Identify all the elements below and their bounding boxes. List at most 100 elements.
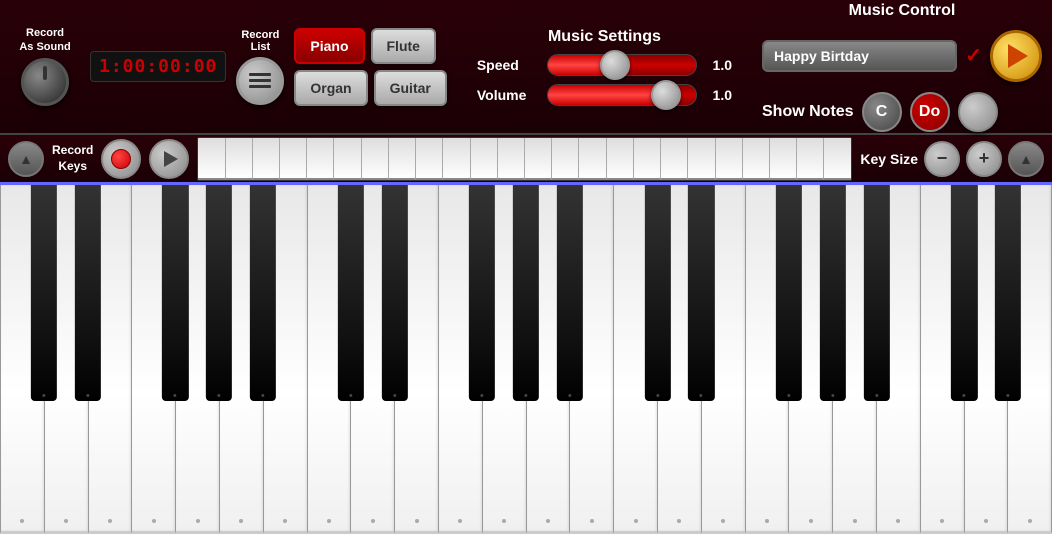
key-dot	[546, 519, 550, 523]
mini-white-key	[743, 138, 770, 180]
speed-slider-thumb[interactable]	[600, 50, 630, 80]
key-dot	[327, 519, 331, 523]
key-dot	[152, 519, 156, 523]
white-key[interactable]	[789, 185, 833, 534]
flute-button[interactable]: Flute	[371, 28, 436, 64]
record-list-section: Record List	[236, 29, 284, 105]
record-icon	[111, 149, 131, 169]
mini-white-key	[824, 138, 851, 180]
key-dot	[984, 519, 988, 523]
mini-white-key	[443, 138, 470, 180]
guitar-button[interactable]: Guitar	[374, 70, 447, 106]
mini-white-key	[198, 138, 225, 180]
white-key[interactable]	[877, 185, 921, 534]
record-as-sound-knob[interactable]	[21, 58, 69, 106]
white-key[interactable]	[45, 185, 89, 534]
white-key[interactable]	[220, 185, 264, 534]
white-key[interactable]	[395, 185, 439, 534]
play-small-icon	[164, 151, 178, 167]
piano-keys[interactable]	[0, 185, 1052, 534]
mini-white-key	[362, 138, 389, 180]
white-key[interactable]	[351, 185, 395, 534]
key-dot	[634, 519, 638, 523]
white-key[interactable]	[658, 185, 702, 534]
key-dot	[896, 519, 900, 523]
show-notes-label: Show Notes	[762, 103, 854, 121]
record-list-label: Record List	[241, 29, 279, 53]
mini-white-key	[416, 138, 443, 180]
record-as-sound-label: Record As Sound	[19, 27, 70, 53]
mini-white-key	[661, 138, 688, 180]
record-as-sound-section: Record As Sound	[10, 27, 80, 105]
white-key[interactable]	[264, 185, 308, 534]
mini-white-key	[253, 138, 280, 180]
white-key[interactable]	[1008, 185, 1052, 534]
white-key[interactable]	[746, 185, 790, 534]
list-icon	[249, 73, 271, 88]
key-dot	[415, 519, 419, 523]
white-key[interactable]	[308, 185, 352, 534]
speed-slider-row: Speed 1.0	[477, 54, 732, 76]
key-dot	[239, 519, 243, 523]
music-settings-section: Music Settings Speed 1.0 Volume 1.0	[457, 28, 752, 106]
white-key[interactable]	[570, 185, 614, 534]
piano-button[interactable]: Piano	[294, 28, 364, 64]
top-bar: Record As Sound 1:00:00:00 Record List P…	[0, 0, 1052, 135]
organ-button[interactable]: Organ	[294, 70, 367, 106]
white-key[interactable]	[921, 185, 965, 534]
key-dot	[809, 519, 813, 523]
key-dot	[940, 519, 944, 523]
instrument-row-2: Organ Guitar	[294, 70, 446, 106]
show-notes-row: Show Notes C Do	[762, 92, 998, 132]
mini-white-key	[716, 138, 743, 180]
record-keys-label: Record Keys	[52, 143, 93, 174]
key-dot	[853, 519, 857, 523]
speed-value: 1.0	[707, 57, 732, 73]
play-small-button[interactable]	[149, 139, 189, 179]
mini-white-key	[307, 138, 334, 180]
piano-container	[0, 185, 1052, 534]
key-dot	[721, 519, 725, 523]
mini-white-key	[334, 138, 361, 180]
white-key[interactable]	[483, 185, 527, 534]
white-key[interactable]	[614, 185, 658, 534]
record-list-button[interactable]	[236, 57, 284, 105]
song-selector[interactable]: Happy Birtday	[762, 40, 957, 72]
scroll-up-right-button[interactable]: ▲	[1008, 141, 1044, 177]
note-c-badge[interactable]: C	[862, 92, 902, 132]
key-dot	[371, 519, 375, 523]
music-control-section: Music Control Happy Birtday ✓ Show Notes…	[762, 2, 1042, 132]
mini-white-key	[498, 138, 525, 180]
mini-white-key	[471, 138, 498, 180]
key-size-section: Key Size − + ▲	[860, 141, 1044, 177]
key-dot	[765, 519, 769, 523]
key-size-increase-button[interactable]: +	[966, 141, 1002, 177]
volume-slider-track[interactable]	[547, 84, 697, 106]
key-dot	[502, 519, 506, 523]
white-key[interactable]	[527, 185, 571, 534]
white-key[interactable]	[132, 185, 176, 534]
scroll-up-left-button[interactable]: ▲	[8, 141, 44, 177]
key-size-decrease-button[interactable]: −	[924, 141, 960, 177]
play-button[interactable]	[990, 30, 1042, 82]
note-do-badge[interactable]: Do	[910, 92, 950, 132]
controls-bar: ▲ Record Keys	[0, 135, 1052, 185]
speed-slider-track[interactable]	[547, 54, 697, 76]
key-dot	[108, 519, 112, 523]
mini-keyboard[interactable]	[197, 137, 852, 181]
white-key[interactable]	[702, 185, 746, 534]
white-key[interactable]	[439, 185, 483, 534]
record-button[interactable]	[101, 139, 141, 179]
white-key[interactable]	[833, 185, 877, 534]
notes-knob[interactable]	[958, 92, 998, 132]
mini-white-key	[797, 138, 824, 180]
play-icon	[1008, 44, 1028, 68]
mini-key-container	[198, 138, 851, 180]
white-key[interactable]	[176, 185, 220, 534]
volume-label: Volume	[477, 87, 537, 103]
song-row: Happy Birtday ✓	[762, 30, 1042, 82]
white-key[interactable]	[89, 185, 133, 534]
white-key[interactable]	[0, 185, 45, 534]
white-key[interactable]	[965, 185, 1009, 534]
volume-slider-thumb[interactable]	[651, 80, 681, 110]
